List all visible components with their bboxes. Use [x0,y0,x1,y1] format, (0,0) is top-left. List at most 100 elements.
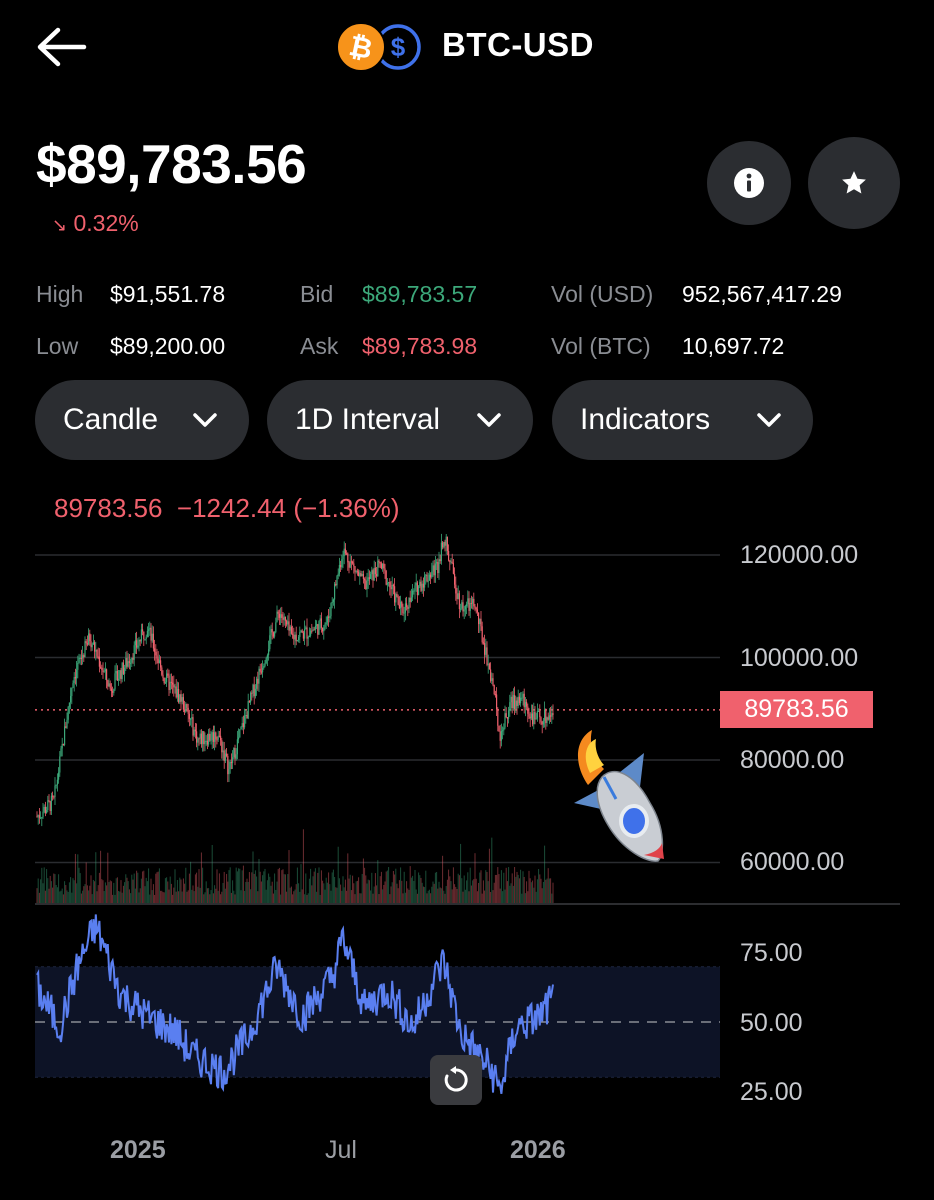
candle-body [228,769,230,775]
candle-body [407,607,409,609]
volume-bar [466,880,468,903]
candle-body [128,661,130,663]
volume-bar [526,881,528,903]
candle-body [434,563,436,576]
volume-bar [359,893,361,903]
candle-body [536,710,538,719]
candle-body [418,586,420,596]
candle-body [360,573,362,577]
volume-bar [481,893,483,903]
volume-bar [163,892,165,903]
candle-body [522,693,524,698]
volume-bar [522,871,524,903]
volume-bar [516,871,518,903]
candle-body [316,624,318,626]
volume-bar [521,893,523,903]
candle-body [60,748,62,757]
candle-body [227,756,229,775]
volume-bar [372,893,374,903]
volume-bar [407,888,409,903]
price-axis-tick: 80000.00 [740,746,845,774]
volume-bar [95,852,97,903]
volume-bar [67,891,69,903]
candle-body [118,678,120,681]
volume-bar [293,891,295,903]
candle-body [206,740,208,745]
candle-body [352,561,354,564]
volume-bar [365,875,367,903]
candle-body [170,681,172,683]
candle-body [299,632,301,637]
candle-body [192,717,194,736]
volume-bar [308,878,310,903]
x-axis-tick: 2026 [510,1136,566,1164]
volume-bar [550,878,552,903]
volume-bar [349,874,351,903]
candle-body [322,627,324,632]
volume-bar [442,855,444,903]
volume-bar [330,890,332,903]
volume-bar [296,867,298,903]
candle-body [78,657,80,663]
volume-bar [432,881,434,903]
candle-body [218,735,220,737]
candle-body [229,761,231,770]
volume-bar [462,891,464,903]
volume-bar [103,891,105,903]
volume-bar [247,881,249,903]
volume-bar [131,874,133,903]
candle-body [384,568,386,571]
candle-body [534,711,536,720]
candle-body [146,630,148,637]
candle-body [493,685,495,695]
volume-bar [382,889,384,903]
candle-body [325,622,327,625]
volume-bar [114,894,116,903]
candle-body [419,581,421,587]
volume-bar [523,876,525,903]
volume-bar [282,869,284,903]
volume-bar [47,878,49,903]
volume-bar [151,890,153,903]
volume-bar [547,868,549,903]
volume-bar [406,881,408,903]
candle-body [194,729,196,732]
x-axis-tick: Jul [325,1136,357,1164]
volume-bar [506,881,508,903]
volume-bar [64,881,66,903]
volume-bar [254,870,256,903]
volume-bar [188,873,190,903]
candle-body [179,694,181,703]
candle-body [413,590,415,592]
candle-body [388,582,390,584]
candle-body [265,658,267,664]
candle-body [545,709,547,723]
volume-bar [403,871,405,903]
candle-body [139,640,141,642]
candle-body [488,663,490,670]
volume-bar [55,884,57,903]
volume-bar [437,888,439,903]
reset-zoom-button[interactable] [430,1055,482,1105]
price-axis-tick: 100000.00 [740,644,859,672]
candle-body [508,710,510,719]
candle-body [281,614,283,618]
volume-bar [409,866,411,903]
volume-bar [259,871,261,903]
volume-bar [548,878,550,903]
candle-body [350,561,352,563]
candle-body [538,710,540,712]
candle-body [283,616,285,620]
candle-body [358,571,360,577]
candle-body [126,658,128,667]
candle-body [389,582,391,588]
volume-bar [36,888,38,903]
candle-body [184,709,186,712]
candle-body [400,601,402,609]
candle-body [65,726,67,728]
volume-bar [300,864,302,903]
volume-bar [474,853,476,903]
volume-bar [49,875,51,903]
volume-bar [187,890,189,903]
volume-bar [422,886,424,903]
